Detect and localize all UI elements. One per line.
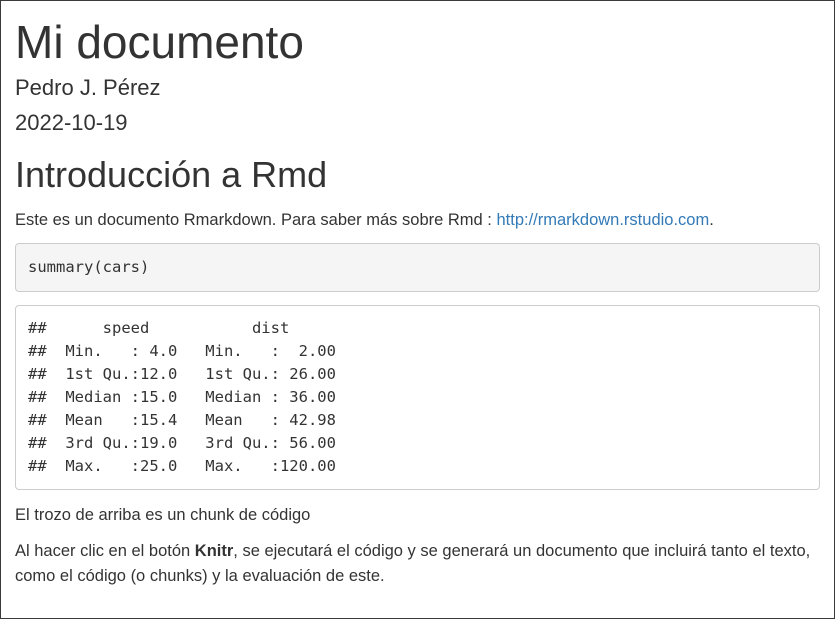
document-author: Pedro J. Pérez bbox=[15, 74, 161, 100]
rmarkdown-link[interactable]: http://rmarkdown.rstudio.com bbox=[496, 211, 709, 229]
intro-end: . bbox=[709, 210, 714, 229]
knit-text-before: Al hacer clic en el botón bbox=[15, 541, 195, 560]
document-title: Mi documento bbox=[15, 16, 304, 68]
document-date: 2022-10-19 bbox=[15, 109, 128, 135]
knit-paragraph: Al hacer clic en el botón Knitr, se ejec… bbox=[15, 539, 820, 590]
chunk-note-paragraph: El trozo de arriba es un chunk de código bbox=[15, 506, 311, 525]
intro-text: Este es un documento Rmarkdown. Para sab… bbox=[15, 210, 497, 229]
code-chunk-output: ## speed dist ## Min. : 4.0 Min. : 2.00 … bbox=[15, 305, 820, 491]
section-heading: Introducción a Rmd bbox=[15, 153, 328, 195]
code-output-text: ## speed dist ## Min. : 4.0 Min. : 2.00 … bbox=[28, 319, 336, 476]
knit-bold-text: Knitr bbox=[194, 541, 234, 560]
code-source-text: summary(cars) bbox=[28, 258, 150, 277]
code-chunk-source: summary(cars) bbox=[15, 243, 820, 293]
document-page: Mi documento Pedro J. Pérez 2022-10-19 I… bbox=[0, 0, 835, 619]
intro-paragraph: Este es un documento Rmarkdown. Para sab… bbox=[15, 208, 820, 234]
